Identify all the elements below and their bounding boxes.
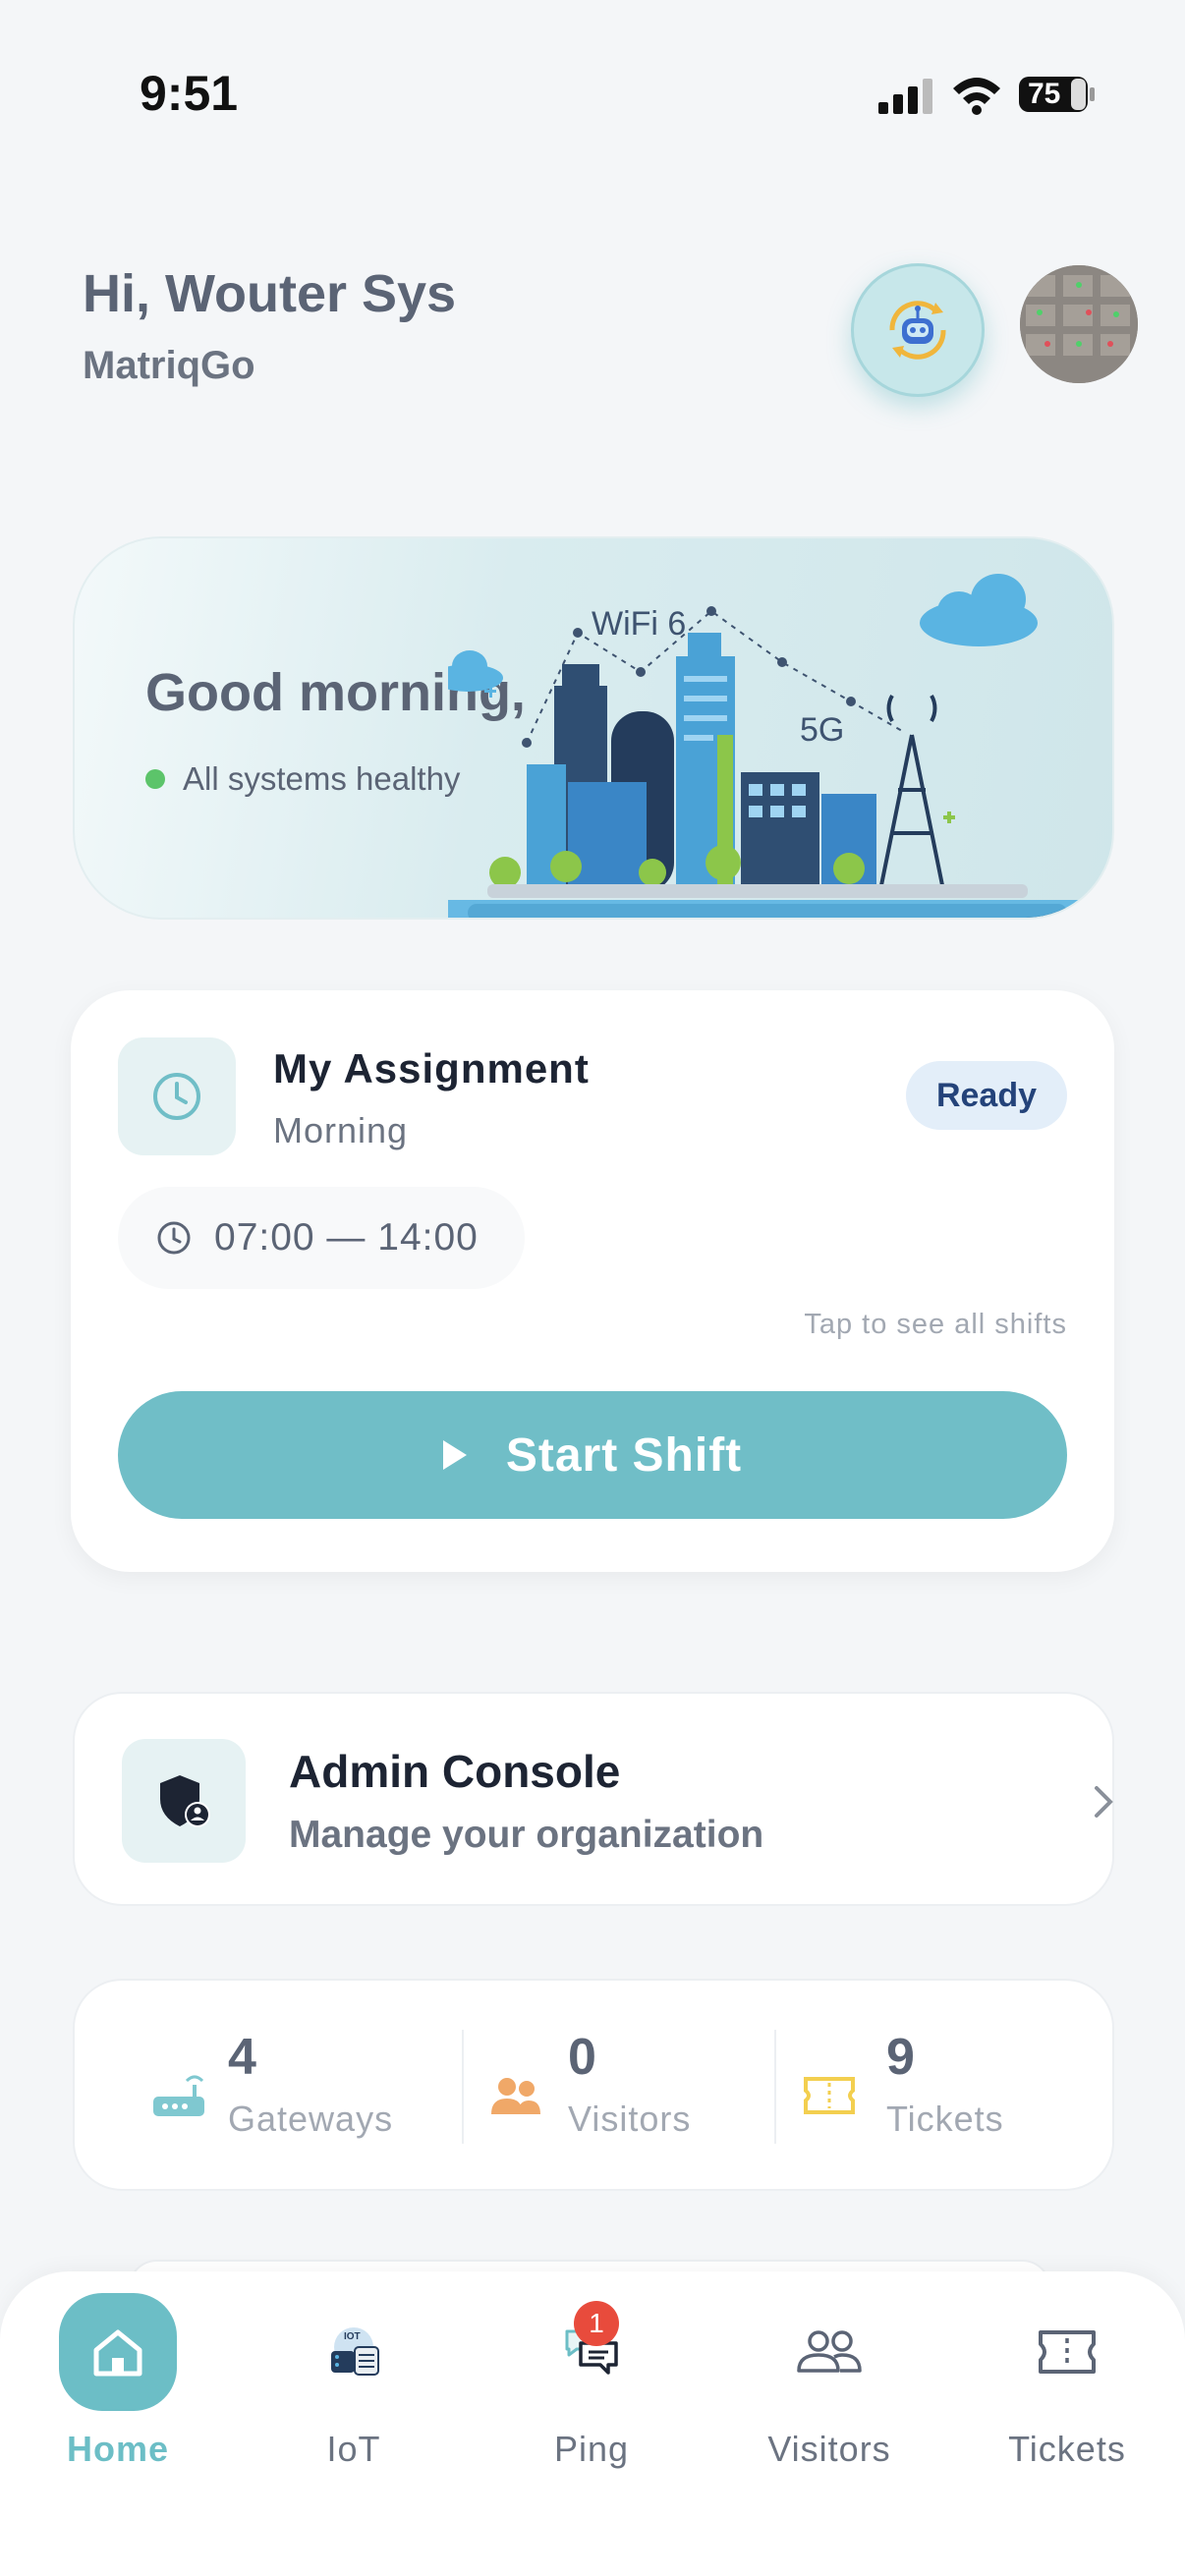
visitors-label: Visitors: [568, 2099, 692, 2139]
smart-city-illustration: WiFi 6 5G: [448, 574, 1112, 918]
nav-tickets-label: Tickets: [1008, 2429, 1126, 2469]
bottom-navigation: Home IOT IoT 1 Ping Visitors Tickets: [0, 2271, 1185, 2576]
nav-visitors[interactable]: Visitors: [731, 2271, 928, 2527]
start-shift-label: Start Shift: [505, 1428, 743, 1482]
all-shifts-hint[interactable]: Tap to see all shifts: [804, 1309, 1067, 1341]
ticket-icon: [1008, 2293, 1126, 2411]
people-icon: [770, 2293, 888, 2411]
greeting-text: Hi, Wouter Sys: [83, 264, 457, 323]
status-bar: 9:51 75: [0, 0, 1185, 187]
assignment-icon-box: [118, 1037, 236, 1155]
robot-icon: [889, 301, 946, 360]
shift-time-chip: 07:00 — 14:00: [118, 1187, 525, 1289]
tickets-label: Tickets: [886, 2099, 1004, 2139]
nav-visitors-label: Visitors: [767, 2429, 891, 2469]
system-status: All systems healthy: [145, 760, 460, 798]
5g-label: 5G: [800, 711, 844, 749]
status-time: 9:51: [140, 66, 239, 121]
admin-console-subtitle: Manage your organization: [289, 1814, 764, 1856]
visitors-count: 0: [568, 2029, 596, 2086]
assistant-bot-button[interactable]: [851, 263, 985, 397]
play-icon: [442, 1440, 467, 1470]
nav-home-label: Home: [66, 2429, 170, 2469]
battery-icon: 75: [1018, 75, 1097, 114]
user-avatar[interactable]: [1020, 265, 1138, 383]
chevron-right-icon: [1095, 1786, 1113, 1818]
avatar-image: [1020, 265, 1138, 383]
status-dot-icon: [145, 769, 165, 789]
home-icon: [59, 2293, 177, 2411]
nav-home[interactable]: Home: [20, 2271, 216, 2527]
stat-gateways[interactable]: 4 Gateways: [75, 1981, 458, 2193]
admin-console-title: Admin Console: [289, 1746, 621, 1797]
assignment-shift-name: Morning: [273, 1110, 409, 1150]
gateways-label: Gateways: [228, 2099, 394, 2139]
assignment-title: My Assignment: [273, 1045, 590, 1092]
admin-icon-box: [122, 1739, 246, 1863]
shield-user-icon: [160, 1775, 210, 1827]
nav-iot-label: IoT: [326, 2429, 381, 2469]
nav-ping-label: Ping: [553, 2429, 630, 2469]
shift-time-range: 07:00 — 14:00: [214, 1216, 479, 1259]
people-icon: [491, 2078, 540, 2114]
ticket-icon: [804, 2077, 855, 2114]
router-icon: [153, 2075, 204, 2116]
nav-ping[interactable]: 1 Ping: [493, 2271, 690, 2527]
system-status-text: All systems healthy: [183, 760, 461, 797]
admin-console-card[interactable]: Admin Console Manage your organization: [73, 1692, 1114, 1906]
wifi-label: WiFi 6: [592, 605, 686, 643]
clock-icon: [153, 1073, 200, 1120]
wifi-icon: [953, 78, 1000, 115]
cellular-signal-icon: [878, 79, 932, 114]
stats-summary: 4 Gateways 0 Visitors 9 Tickets: [73, 1979, 1114, 2191]
stat-tickets[interactable]: 9 Tickets: [776, 1981, 1116, 2193]
tickets-count: 9: [886, 2029, 915, 2086]
clock-icon: [157, 1221, 191, 1255]
notification-badge: 1: [574, 2301, 619, 2346]
battery-level: 75: [1028, 78, 1061, 110]
iot-icon: IOT: [295, 2293, 413, 2411]
gateways-count: 4: [228, 2029, 256, 2086]
welcome-banner: Good morning, All systems healthy WiFi 6…: [73, 536, 1114, 920]
start-shift-button[interactable]: Start Shift: [118, 1391, 1067, 1519]
nav-tickets[interactable]: Tickets: [969, 2271, 1165, 2527]
svg-text:IOT: IOT: [344, 2331, 361, 2342]
status-badge: Ready: [906, 1061, 1067, 1130]
nav-iot[interactable]: IOT IoT: [255, 2271, 452, 2527]
assignment-card[interactable]: My Assignment Morning Ready 07:00 — 14:0…: [71, 990, 1114, 1572]
org-name: MatriqGo: [83, 344, 255, 387]
